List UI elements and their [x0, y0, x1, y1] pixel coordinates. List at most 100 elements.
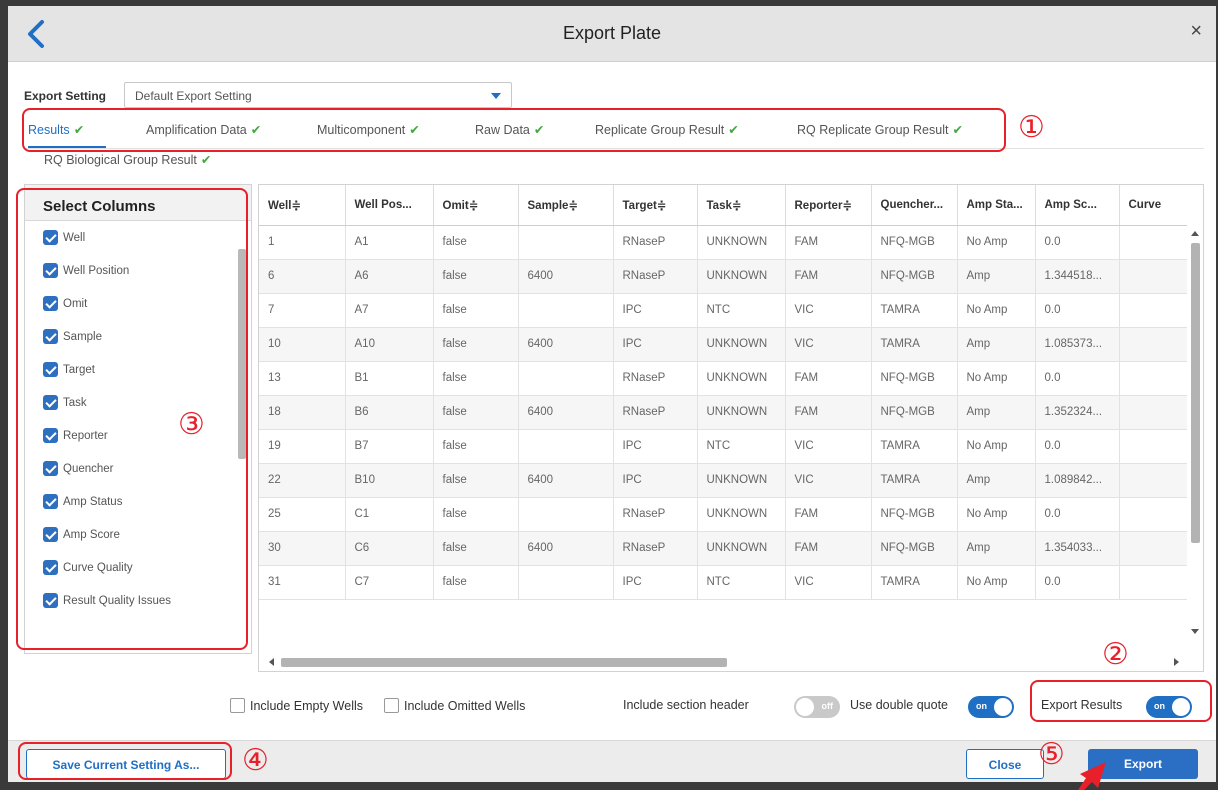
cell-omit: false: [433, 497, 519, 532]
checkbox-unchecked-icon[interactable]: [230, 698, 245, 713]
column-header-amp-status[interactable]: Amp Sta...: [957, 185, 1036, 226]
tab-rq-biological-group-result[interactable]: RQ Biological Group Result ✔: [44, 152, 211, 167]
cell-omit: false: [433, 225, 519, 260]
cell-omit: false: [433, 293, 519, 328]
column-header-quencher[interactable]: Quencher...: [871, 185, 958, 226]
column-header-target[interactable]: Target≑: [613, 185, 698, 226]
cell-sample: [518, 497, 614, 532]
cell-task: NTC: [697, 429, 786, 464]
scrollbar-thumb[interactable]: [281, 658, 727, 667]
cell-task: UNKNOWN: [697, 327, 786, 362]
results-table: Well≑ Well Pos... Omit≑ Sample≑ Target≑ …: [259, 185, 1200, 600]
export-plate-dialog: Export Plate × Export Setting Default Ex…: [8, 6, 1216, 790]
cell-well: 13: [259, 361, 346, 396]
cell-reporter: VIC: [785, 429, 872, 464]
scrollbar-thumb[interactable]: [1191, 243, 1200, 543]
cell-omit: false: [433, 327, 519, 362]
export-setting-label: Export Setting: [24, 89, 107, 103]
close-button[interactable]: Close: [966, 749, 1044, 779]
cell-reporter: VIC: [785, 565, 872, 600]
cell-amp-score: 1.085373...: [1035, 327, 1120, 362]
cell-sample: 6400: [518, 259, 614, 294]
cell-target: IPC: [613, 429, 698, 464]
column-header-task[interactable]: Task≑: [697, 185, 786, 226]
cell-reporter: FAM: [785, 361, 872, 396]
table-row[interactable]: 7 A7 false IPC NTC VIC TAMRA No Amp 0.0: [259, 293, 1200, 328]
column-header-sample[interactable]: Sample≑: [518, 185, 614, 226]
table-body: 1 A1 false RNaseP UNKNOWN FAM NFQ-MGB No Amp 0.0…: [259, 225, 1200, 600]
scroll-down-icon[interactable]: [1191, 629, 1199, 634]
include-section-header-toggle[interactable]: off: [794, 696, 840, 718]
include-empty-wells-option[interactable]: Include Empty Wells: [230, 698, 363, 713]
table-row[interactable]: 30 C6 false 6400 RNaseP UNKNOWN FAM NFQ-MGB Amp 1…: [259, 531, 1200, 566]
cell-quencher: NFQ-MGB: [871, 497, 958, 532]
export-setting-dropdown[interactable]: Default Export Setting: [124, 82, 512, 108]
table-row[interactable]: 6 A6 false 6400 RNaseP UNKNOWN FAM NFQ-MGB Amp 1.…: [259, 259, 1200, 294]
cell-well: 6: [259, 259, 346, 294]
cell-reporter: FAM: [785, 225, 872, 260]
cell-amp-status: Amp: [957, 259, 1036, 294]
scroll-right-icon[interactable]: [1174, 658, 1179, 666]
table-row[interactable]: 18 B6 false 6400 RNaseP UNKNOWN FAM NFQ-MGB Amp 1…: [259, 395, 1200, 430]
cell-well: 30: [259, 531, 346, 566]
cell-target: RNaseP: [613, 497, 698, 532]
column-header-reporter[interactable]: Reporter≑: [785, 185, 872, 226]
include-omitted-wells-option[interactable]: Include Omitted Wells: [384, 698, 525, 713]
table-row[interactable]: 1 A1 false RNaseP UNKNOWN FAM NFQ-MGB No Amp 0.0: [259, 225, 1200, 260]
cell-sample: 6400: [518, 531, 614, 566]
cell-amp-score: 0.0: [1035, 361, 1120, 396]
close-icon[interactable]: ×: [1190, 20, 1202, 43]
toggle-knob: [796, 698, 814, 716]
column-header-well[interactable]: Well≑: [259, 185, 346, 226]
use-double-quote-toggle[interactable]: on: [968, 696, 1014, 718]
checkbox-unchecked-icon[interactable]: [384, 698, 399, 713]
cell-well-position: B1: [345, 361, 434, 396]
table-row[interactable]: 31 C7 false IPC NTC VIC TAMRA No Amp 0.0: [259, 565, 1200, 600]
cell-amp-status: Amp: [957, 395, 1036, 430]
cell-quencher: TAMRA: [871, 293, 958, 328]
cell-omit: false: [433, 259, 519, 294]
cell-target: RNaseP: [613, 395, 698, 430]
table-horizontal-scrollbar[interactable]: [259, 653, 1203, 671]
cell-task: UNKNOWN: [697, 531, 786, 566]
dialog-title: Export Plate: [562, 23, 662, 43]
table-row[interactable]: 13 B1 false RNaseP UNKNOWN FAM NFQ-MGB No Amp 0.…: [259, 361, 1200, 396]
annotation-marker-4: ④: [242, 743, 269, 778]
cell-amp-score: 0.0: [1035, 497, 1120, 532]
table-row[interactable]: 25 C1 false RNaseP UNKNOWN FAM NFQ-MGB No Amp 0.…: [259, 497, 1200, 532]
cell-sample: 6400: [518, 395, 614, 430]
cell-well: 7: [259, 293, 346, 328]
cell-task: NTC: [697, 565, 786, 600]
cell-sample: [518, 429, 614, 464]
cell-task: NTC: [697, 293, 786, 328]
cell-task: UNKNOWN: [697, 395, 786, 430]
table-vertical-scrollbar[interactable]: [1187, 185, 1203, 655]
cell-target: RNaseP: [613, 531, 698, 566]
cell-reporter: FAM: [785, 497, 872, 532]
cell-sample: 6400: [518, 463, 614, 498]
annotation-box-tabs: [22, 108, 1006, 152]
cell-target: RNaseP: [613, 225, 698, 260]
scroll-left-icon[interactable]: [269, 658, 274, 666]
toggle-state-label: off: [821, 701, 834, 711]
cell-omit: false: [433, 429, 519, 464]
table-row[interactable]: 22 B10 false 6400 IPC UNKNOWN VIC TAMRA Amp 1.089…: [259, 463, 1200, 498]
cell-amp-score: 1.344518...: [1035, 259, 1120, 294]
cell-amp-status: No Amp: [957, 361, 1036, 396]
column-header-well-position[interactable]: Well Pos...: [345, 185, 434, 226]
cell-amp-status: No Amp: [957, 497, 1036, 532]
cell-well-position: C1: [345, 497, 434, 532]
table-row[interactable]: 19 B7 false IPC NTC VIC TAMRA No Amp 0.0: [259, 429, 1200, 464]
title-bar: Export Plate ×: [8, 6, 1216, 62]
column-header-omit[interactable]: Omit≑: [433, 185, 519, 226]
cell-amp-score: 0.0: [1035, 225, 1120, 260]
annotation-box-save-setting: [18, 742, 232, 780]
cell-well-position: C6: [345, 531, 434, 566]
cell-quencher: TAMRA: [871, 565, 958, 600]
cell-well: 18: [259, 395, 346, 430]
red-pointer-arrow-icon: [1078, 762, 1106, 790]
table-row[interactable]: 10 A10 false 6400 IPC UNKNOWN VIC TAMRA Amp 1.085…: [259, 327, 1200, 362]
scroll-up-icon[interactable]: [1191, 231, 1199, 236]
column-header-amp-score[interactable]: Amp Sc...: [1035, 185, 1120, 226]
cell-well: 25: [259, 497, 346, 532]
